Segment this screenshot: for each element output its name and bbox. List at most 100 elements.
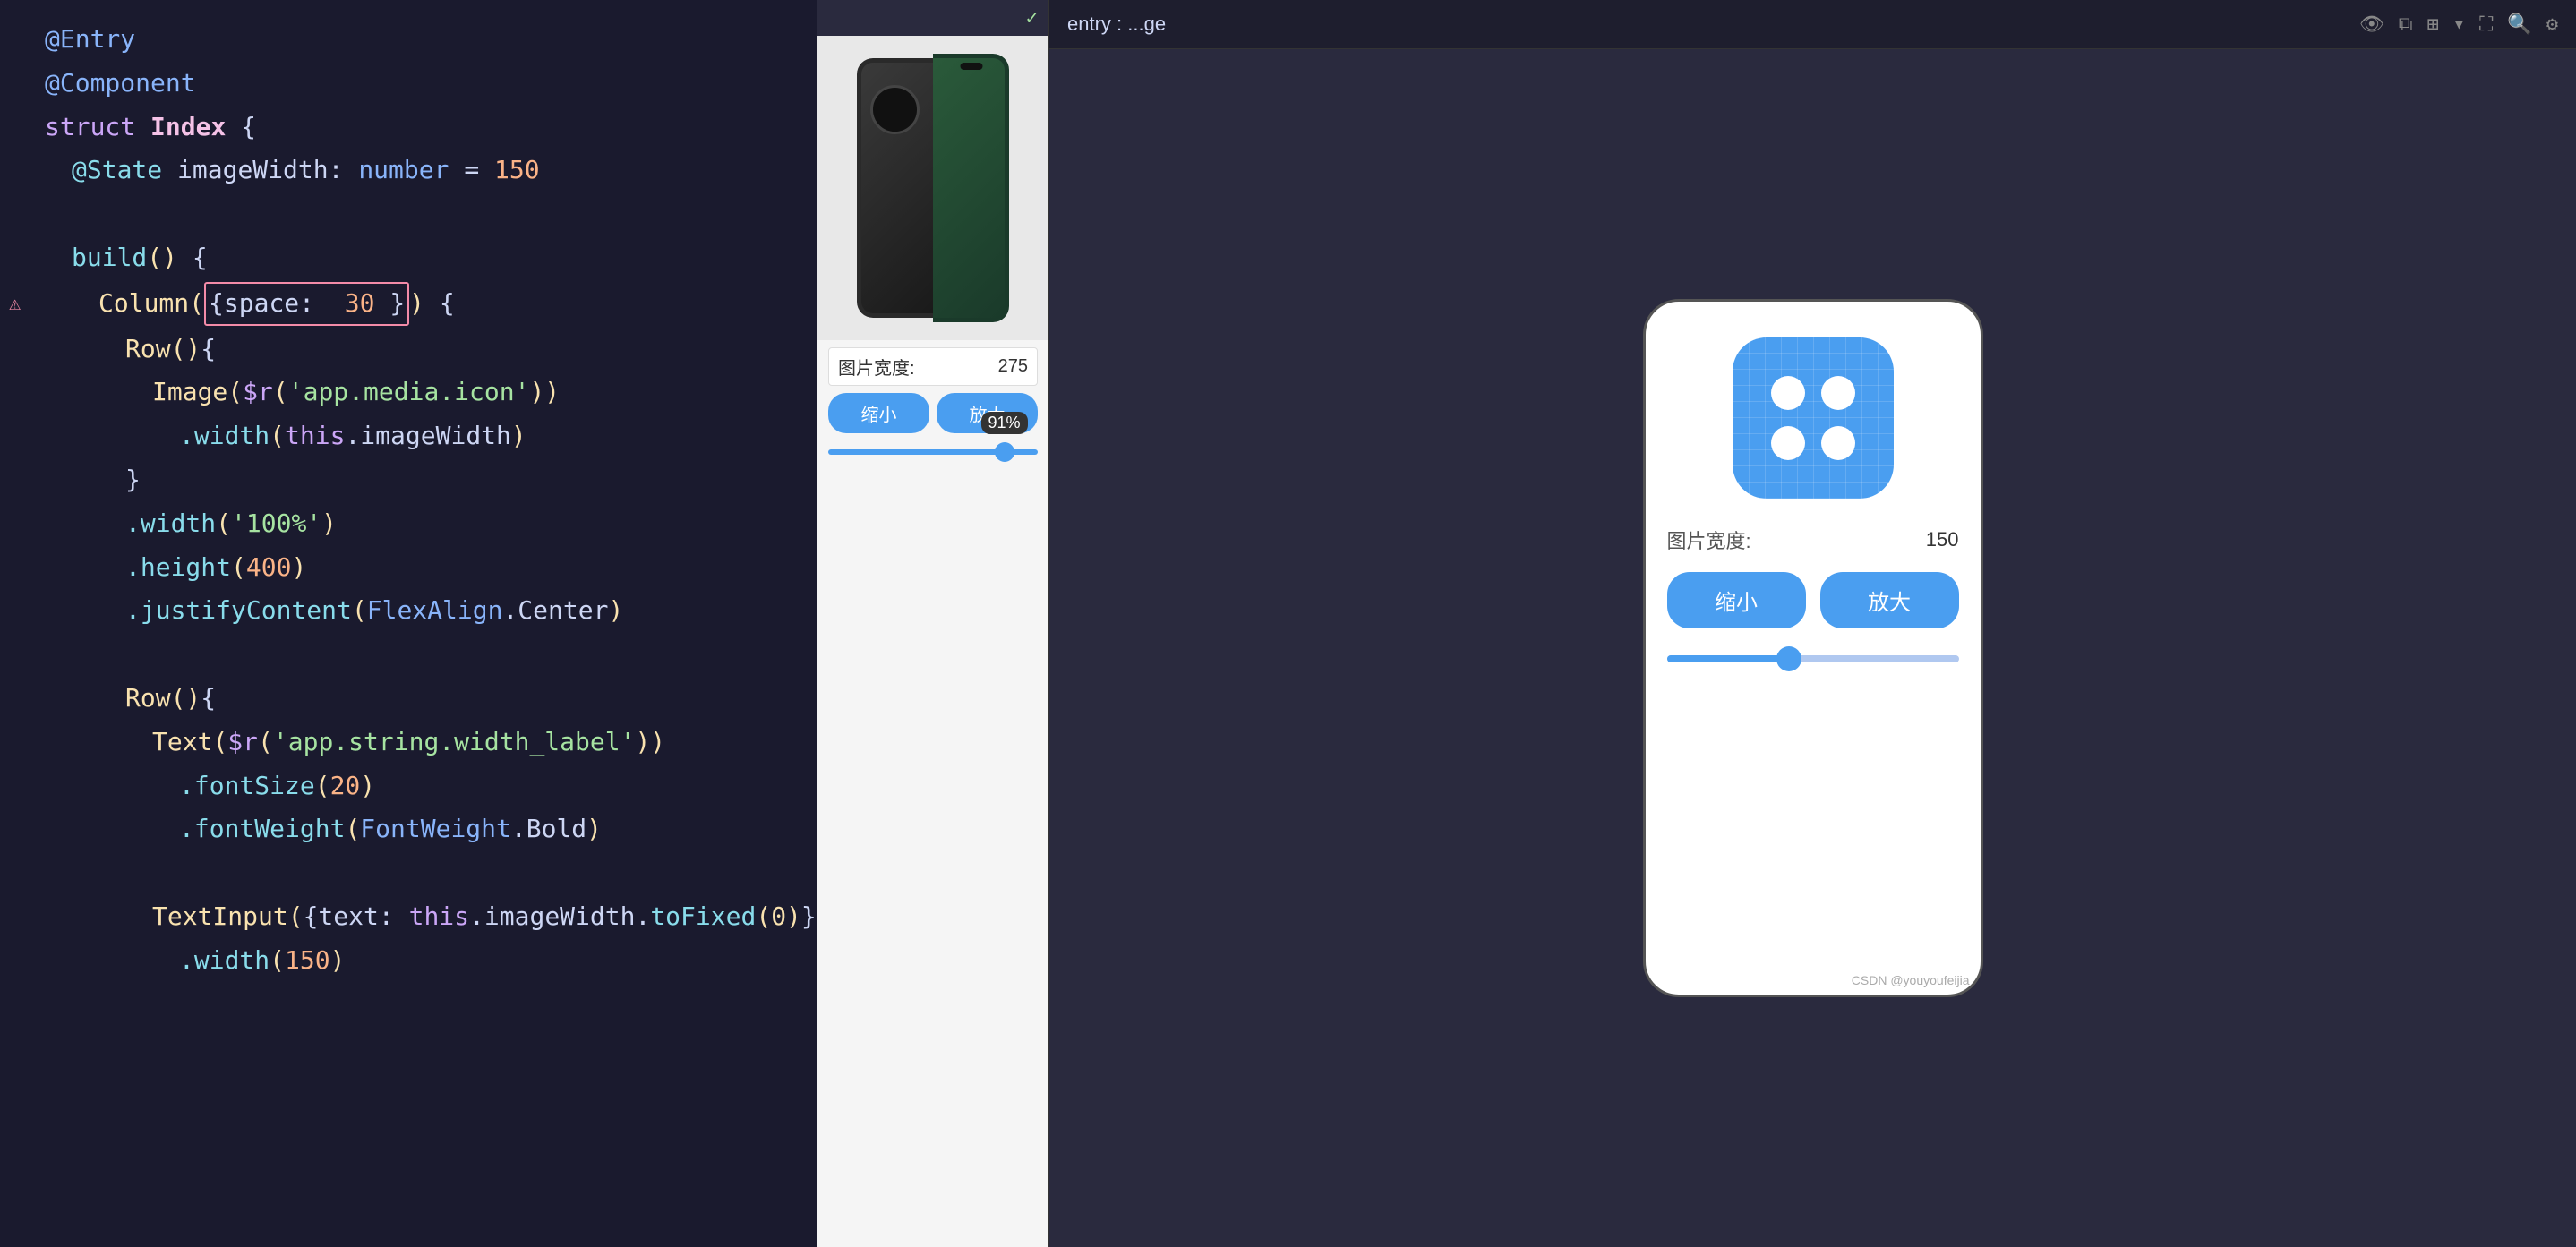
token: )) bbox=[635, 722, 665, 763]
token: 'app.media.icon' bbox=[288, 372, 530, 413]
code-line bbox=[0, 851, 817, 895]
token: Column bbox=[98, 284, 189, 324]
device-enlarge-button[interactable]: 放大 bbox=[1820, 572, 1959, 628]
code-line: .height ( 400 ) bbox=[0, 546, 817, 590]
chevron-down-icon[interactable]: ▾ bbox=[2453, 13, 2465, 36]
token: } bbox=[389, 288, 405, 318]
preview-shrink-button[interactable]: 缩小 bbox=[828, 393, 929, 433]
eye-icon[interactable]: 👁 bbox=[2359, 13, 2384, 36]
device-slider-track[interactable] bbox=[1667, 655, 1959, 662]
device-buttons: 缩小 放大 bbox=[1667, 572, 1959, 628]
token: } bbox=[125, 460, 141, 500]
token: {text: bbox=[304, 897, 409, 937]
token: ( bbox=[212, 722, 227, 763]
phone-notch bbox=[960, 63, 982, 70]
token: { bbox=[201, 329, 216, 370]
token: Row bbox=[125, 679, 171, 719]
device-frame: 图片宽度: 150 缩小 放大 CSDN @youyoufeijia bbox=[1643, 299, 1983, 997]
code-line: .width ( '100%' ) bbox=[0, 502, 817, 546]
token: 150 bbox=[285, 941, 330, 981]
token: @Entry bbox=[45, 20, 135, 60]
token: struct bbox=[45, 107, 135, 148]
search-icon[interactable]: 🔍 bbox=[2507, 13, 2531, 36]
device-slider-fill bbox=[1667, 655, 1790, 662]
token: Text bbox=[152, 722, 212, 763]
device-shrink-button[interactable]: 缩小 bbox=[1667, 572, 1806, 628]
app-icon-grid bbox=[1771, 376, 1855, 460]
code-line: .justifyContent ( FlexAlign .Center ) bbox=[0, 589, 817, 633]
token: ( bbox=[189, 284, 204, 324]
token: () bbox=[171, 329, 201, 370]
phone-left bbox=[857, 58, 933, 318]
token: ) bbox=[511, 416, 526, 457]
token: .fontSize bbox=[179, 766, 315, 807]
token: ) bbox=[409, 284, 424, 324]
token: 20 bbox=[330, 766, 361, 807]
token: .justifyContent bbox=[125, 591, 352, 631]
preview-width-row: 图片宽度: 275 bbox=[828, 347, 1038, 386]
token: { bbox=[201, 679, 216, 719]
token: } bbox=[801, 897, 817, 937]
token: .Center bbox=[502, 591, 608, 631]
preview-slider-track[interactable] bbox=[828, 449, 1038, 455]
highlight-token: {space: 30 } bbox=[204, 282, 409, 326]
token: ( bbox=[231, 548, 246, 588]
token: ( bbox=[273, 372, 288, 413]
token: ) bbox=[586, 809, 602, 850]
code-line: TextInput ( {text: this .imageWidth. toF… bbox=[0, 895, 817, 939]
token: ) bbox=[321, 504, 337, 544]
token: ( bbox=[258, 722, 273, 763]
token: FlexAlign bbox=[367, 591, 503, 631]
preview-width-value: 275 bbox=[998, 356, 1028, 377]
token: .width bbox=[179, 941, 270, 981]
right-toolbar: entry : ...ge 👁 ⧉ ⊞ ▾ ⛶ 🔍 ⚙ bbox=[1049, 0, 2576, 49]
layers-icon[interactable]: ⧉ bbox=[2399, 13, 2413, 36]
code-line: @Component bbox=[0, 62, 817, 106]
token: @State bbox=[72, 150, 162, 191]
code-line: .fontWeight ( FontWeight .Bold ) bbox=[0, 807, 817, 851]
token: FontWeight bbox=[360, 809, 511, 850]
token: number bbox=[358, 150, 449, 191]
token: $r bbox=[227, 722, 258, 763]
token: (0) bbox=[756, 897, 801, 937]
code-line: struct Index { bbox=[0, 106, 817, 149]
device-app-icon bbox=[1733, 337, 1894, 499]
code-line: @State imageWidth: number = 150 bbox=[0, 149, 817, 192]
token bbox=[135, 107, 150, 148]
app-icon-dot bbox=[1771, 426, 1805, 460]
token: ( bbox=[352, 591, 367, 631]
code-line: .fontSize ( 20 ) bbox=[0, 764, 817, 808]
token: $r bbox=[243, 372, 273, 413]
grid-icon[interactable]: ⊞ bbox=[2426, 13, 2438, 36]
settings-icon[interactable]: ⚙ bbox=[2546, 13, 2558, 36]
device-slider-thumb[interactable] bbox=[1776, 646, 1801, 671]
token: () bbox=[147, 238, 177, 278]
app-icon-dot bbox=[1821, 426, 1855, 460]
right-device-container: 图片宽度: 150 缩小 放大 CSDN @youyoufeijia bbox=[1049, 49, 2576, 1247]
preview-slider-thumb[interactable] bbox=[995, 442, 1014, 462]
preview-image-area bbox=[817, 36, 1048, 340]
code-content: @Entry @Component struct Index { @State … bbox=[0, 0, 817, 983]
app-icon-dot bbox=[1771, 376, 1805, 410]
token: .width bbox=[179, 416, 270, 457]
app-icon-dot bbox=[1821, 376, 1855, 410]
token: ) bbox=[360, 766, 375, 807]
toolbar-icons: 👁 ⧉ ⊞ ▾ ⛶ 🔍 ⚙ bbox=[2359, 13, 2558, 36]
device-width-row: 图片宽度: 150 bbox=[1667, 525, 1959, 554]
token: ( bbox=[345, 809, 360, 850]
preview-slider-badge: 91% bbox=[981, 412, 1028, 434]
token: .Bold bbox=[511, 809, 586, 850]
code-line bbox=[0, 192, 817, 236]
token: .imageWidth bbox=[345, 416, 510, 457]
token: this bbox=[409, 897, 469, 937]
code-line: .width ( 150 ) bbox=[0, 939, 817, 983]
token: imageWidth: bbox=[162, 150, 358, 191]
phone-camera bbox=[870, 85, 920, 134]
code-line: Text ( $r ( 'app.string.width_label' )) bbox=[0, 721, 817, 764]
toolbar-entry-label: entry : ...ge bbox=[1067, 13, 1166, 36]
preview-top-bar: ✓ bbox=[817, 0, 1048, 36]
device-width-label: 图片宽度: bbox=[1667, 525, 1751, 554]
expand-icon[interactable]: ⛶ bbox=[2479, 13, 2493, 36]
token: Image bbox=[152, 372, 227, 413]
token: @Component bbox=[45, 64, 196, 104]
